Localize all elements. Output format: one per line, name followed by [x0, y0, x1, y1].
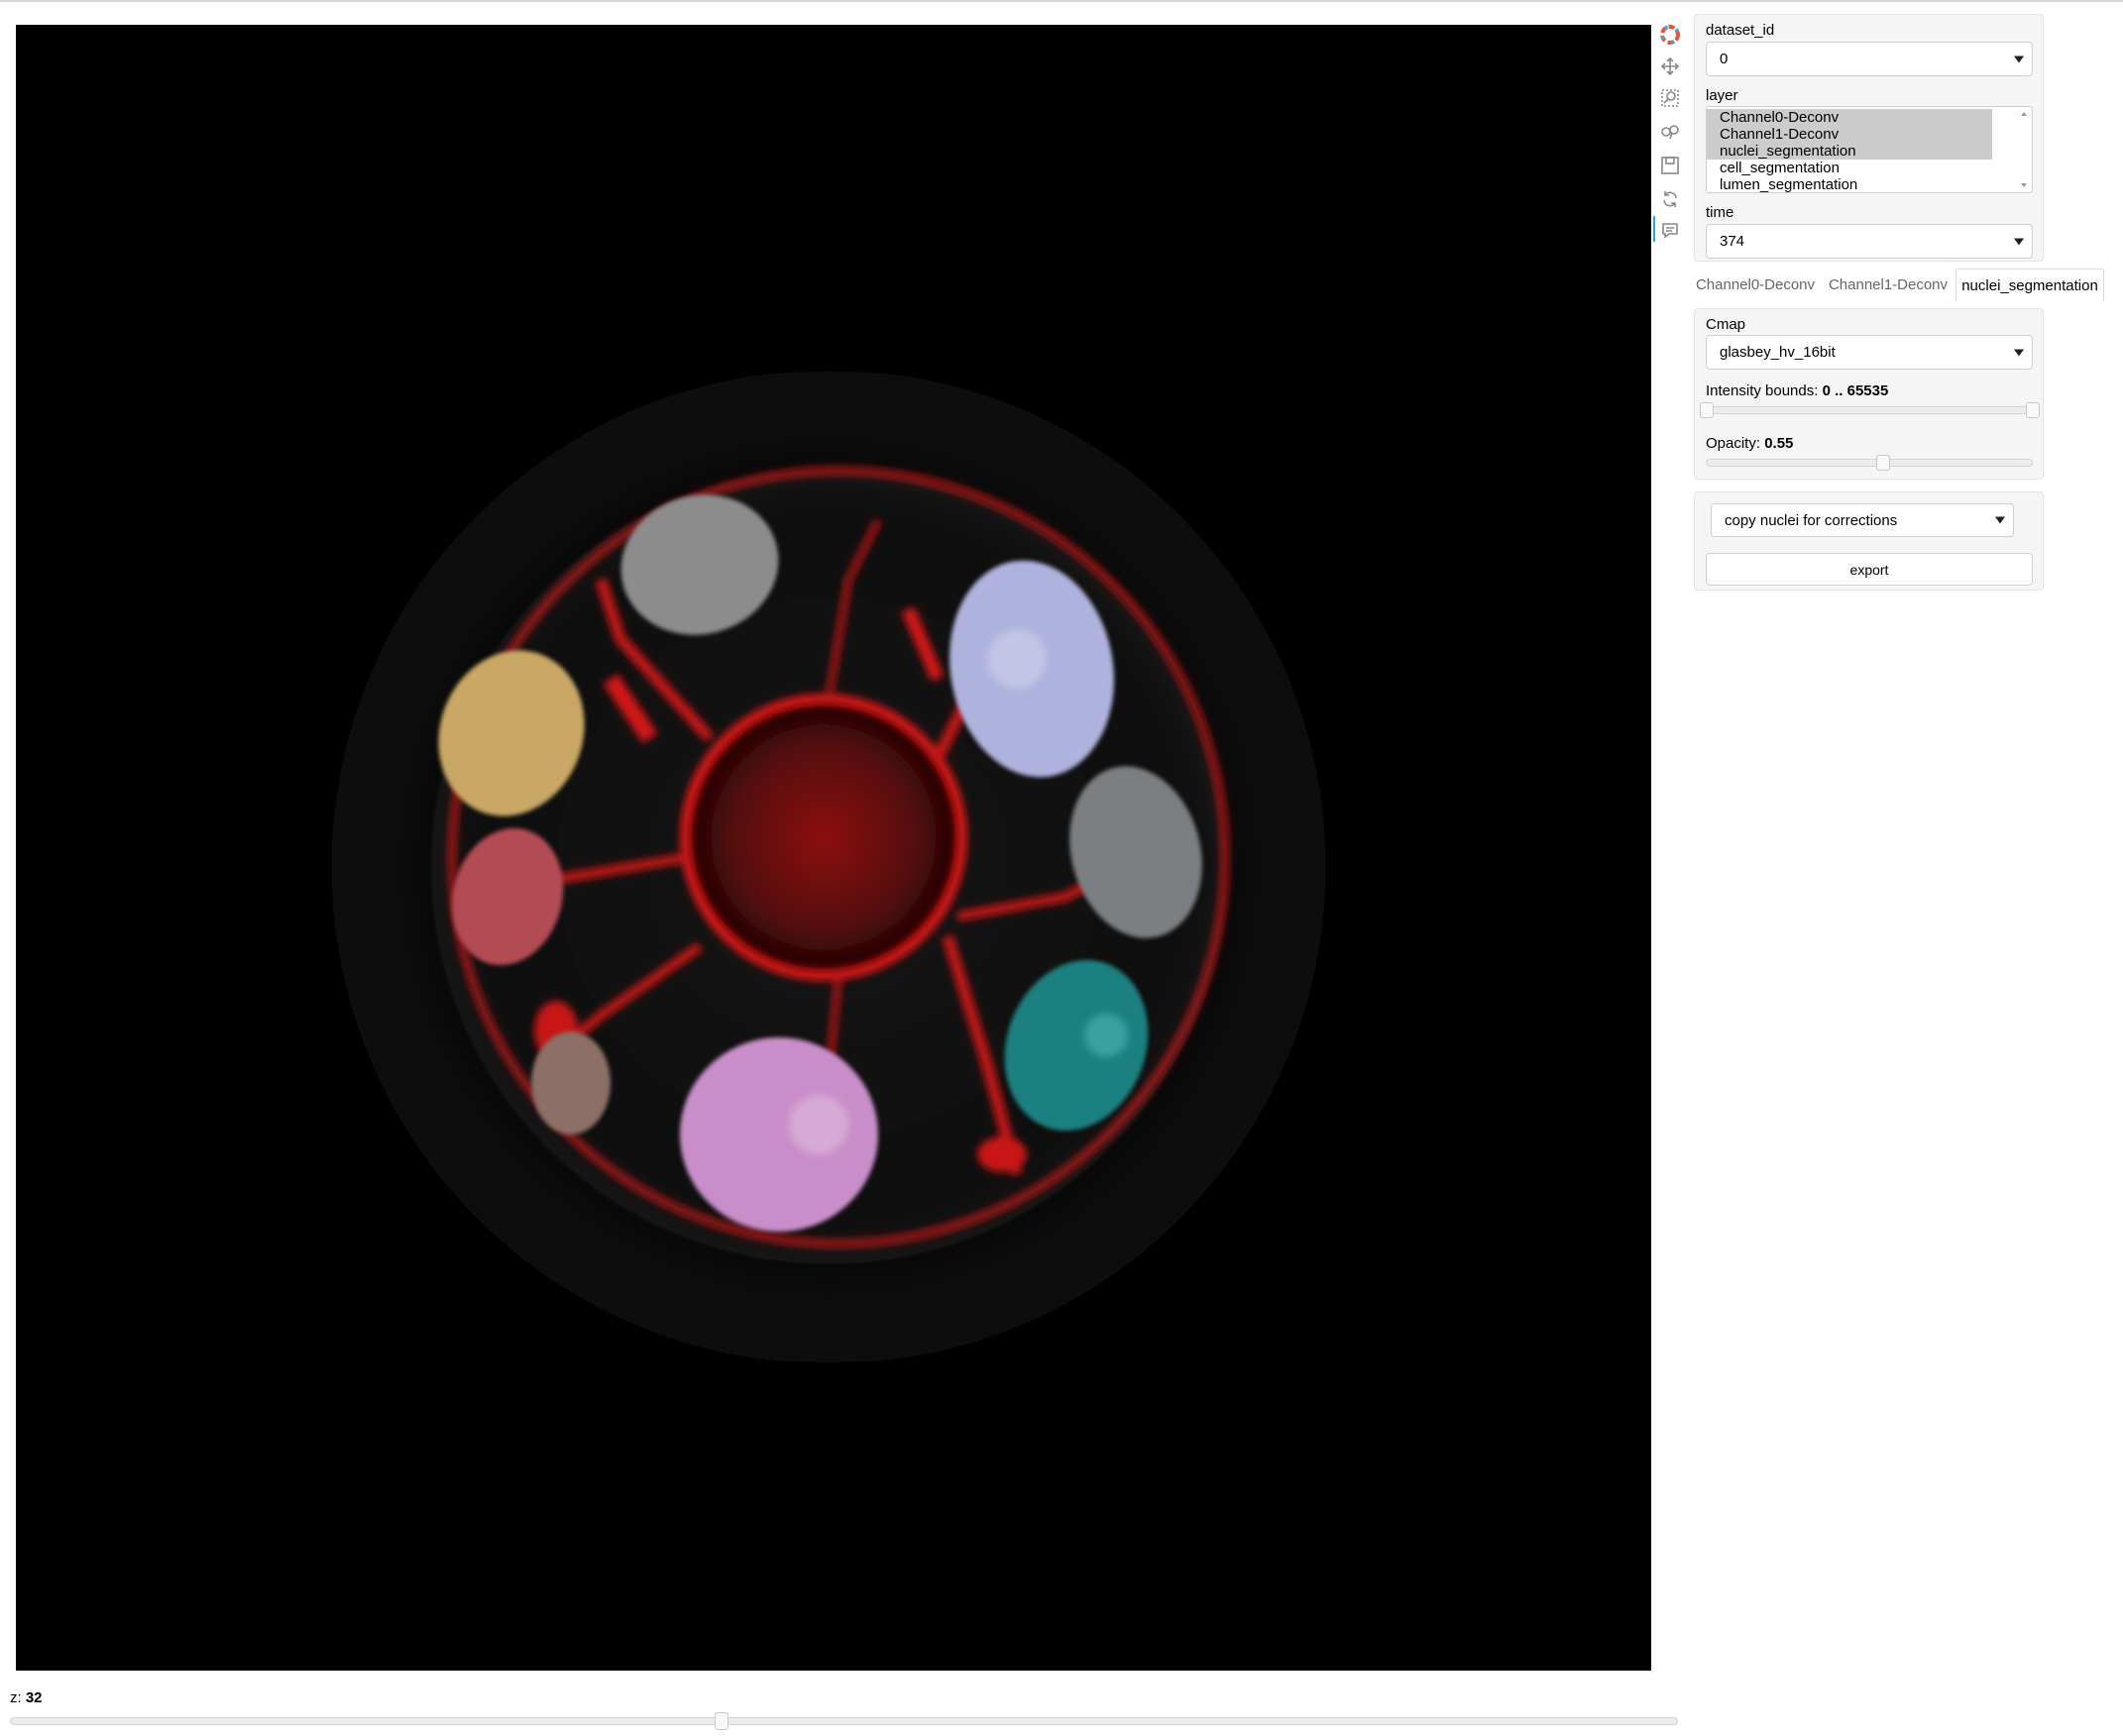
wheel-zoom-icon[interactable]: [1659, 121, 1681, 143]
export-button[interactable]: export: [1706, 553, 2033, 586]
z-slider[interactable]: [10, 1717, 1678, 1725]
scroll-up-icon[interactable]: [2021, 112, 2027, 116]
layer-label: layer: [1706, 87, 1738, 104]
opacity-label: Opacity: 0.55: [1706, 435, 1793, 452]
chevron-down-icon: [1995, 516, 2005, 524]
cmap-label: Cmap: [1706, 316, 1746, 333]
layer-option[interactable]: Channel1-Deconv: [1707, 126, 1992, 143]
microscopy-image: [274, 312, 1384, 1422]
active-tool-indicator: [1653, 216, 1655, 242]
actions-panel: copy nuclei for corrections export: [1694, 491, 2044, 591]
nucleus-label: [680, 1037, 878, 1232]
chevron-down-icon: [2014, 55, 2024, 62]
z-slider-label: z: 32: [10, 1689, 43, 1706]
z-label-text: z:: [10, 1689, 22, 1706]
scroll-down-icon[interactable]: [2021, 183, 2027, 187]
intensity-bounds-label: Intensity bounds: 0 .. 65535: [1706, 382, 1888, 399]
bokeh-logo-icon[interactable]: [1659, 24, 1681, 46]
chevron-down-icon: [2014, 238, 2024, 245]
dataset-label: dataset_id: [1706, 22, 1775, 39]
plot-toolbar: [1653, 22, 1683, 250]
opacity-value: 0.55: [1764, 435, 1794, 452]
copy-nuclei-value: copy nuclei for corrections: [1725, 511, 1898, 529]
layer-option[interactable]: cell_segmentation: [1707, 160, 1992, 176]
intensity-range-slider[interactable]: [1706, 406, 2033, 414]
tab-channel0[interactable]: Channel0-Deconv: [1691, 269, 1820, 301]
layer-option[interactable]: nuclei_segmentation: [1707, 143, 1992, 160]
top-border: [0, 0, 2123, 2]
hover-icon[interactable]: [1659, 220, 1681, 242]
tab-nuclei-segmentation[interactable]: nuclei_segmentation: [1955, 269, 2104, 301]
intensity-bounds-value: 0 .. 65535: [1822, 382, 1889, 399]
dataset-select[interactable]: 0: [1706, 42, 2033, 76]
box-zoom-icon[interactable]: [1659, 87, 1681, 109]
nucleus-label: [531, 1031, 611, 1135]
opacity-handle[interactable]: [1876, 455, 1890, 471]
data-selection-panel: dataset_id 0 layer Channel0-Deconv Chann…: [1694, 14, 2044, 262]
copy-nuclei-select[interactable]: copy nuclei for corrections: [1711, 503, 2014, 537]
opacity-text: Opacity:: [1706, 435, 1761, 452]
intensity-bounds-text: Intensity bounds:: [1706, 382, 1819, 399]
layer-scrollbar[interactable]: [2016, 107, 2032, 192]
save-icon[interactable]: [1659, 155, 1681, 176]
pan-icon[interactable]: [1659, 55, 1681, 77]
time-label: time: [1706, 204, 1734, 221]
dataset-value: 0: [1720, 51, 1729, 67]
layer-multiselect[interactable]: Channel0-Deconv Channel1-Deconv nuclei_s…: [1706, 106, 2033, 193]
layer-option[interactable]: lumen_segmentation: [1707, 176, 1992, 192]
cmap-select[interactable]: glasbey_hv_16bit: [1706, 335, 2033, 370]
tab-channel1[interactable]: Channel1-Deconv: [1824, 269, 1953, 301]
layer-settings-panel: Cmap glasbey_hv_16bit Intensity bounds: …: [1694, 308, 2044, 480]
intensity-min-handle[interactable]: [1700, 402, 1714, 418]
time-select[interactable]: 374: [1706, 224, 2033, 259]
layer-tabs: Channel0-Deconv Channel1-Deconv nuclei_s…: [1691, 269, 2107, 302]
cmap-value: glasbey_hv_16bit: [1720, 344, 1836, 361]
intensity-max-handle[interactable]: [2026, 402, 2040, 418]
opacity-slider[interactable]: [1706, 459, 2033, 467]
chevron-down-icon: [2014, 349, 2024, 356]
layer-option[interactable]: Channel0-Deconv: [1707, 109, 1992, 126]
image-canvas[interactable]: [16, 25, 1651, 1671]
z-slider-handle[interactable]: [715, 1712, 728, 1730]
z-value: 32: [25, 1689, 43, 1706]
time-value: 374: [1720, 233, 1745, 250]
reset-icon[interactable]: [1659, 188, 1681, 210]
